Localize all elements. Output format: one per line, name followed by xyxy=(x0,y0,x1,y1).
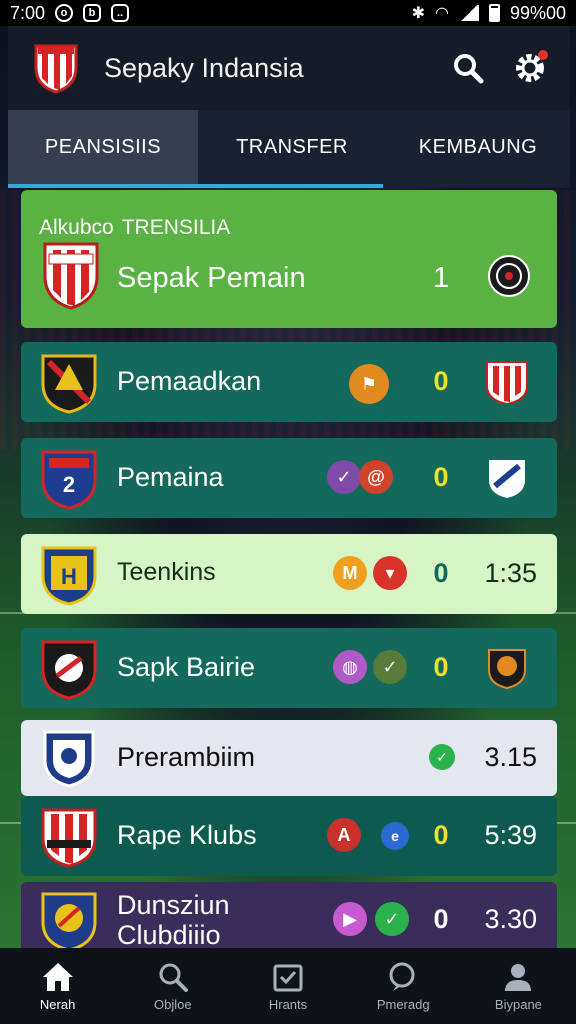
battery-icon xyxy=(488,4,500,22)
row-score: 0 xyxy=(433,904,449,934)
row-name: Teenkins xyxy=(117,558,216,586)
row-score: 0 xyxy=(433,366,449,396)
team-mini-icon: A xyxy=(327,818,361,852)
search-icon xyxy=(454,54,484,84)
tab-bar: PEANSISIIS TRANSFER KEMBAUNG xyxy=(8,110,570,188)
row-name: Pemaadkan xyxy=(117,366,262,396)
team-mini-icon: ▶ xyxy=(333,902,367,936)
row-time: 5:39 xyxy=(484,820,537,850)
search-button[interactable] xyxy=(448,48,488,88)
club-shield-logo-icon[interactable] xyxy=(34,42,78,94)
team-mini-icon: M xyxy=(333,556,367,590)
list-item[interactable]: Prerambiim ✓ 3.15 xyxy=(21,720,557,796)
tab-kembaung[interactable]: KEMBAUNG xyxy=(386,110,570,184)
opponent-badge-icon xyxy=(486,361,528,404)
row-time: 3.15 xyxy=(484,742,537,772)
tab-peansisiis[interactable]: PEANSISIIS xyxy=(8,110,198,184)
chat-search-icon xyxy=(389,962,415,991)
status-time: 7:00 xyxy=(10,2,46,23)
bottom-navigation: Nerah Objloe Hrants Pmeradg Biypane xyxy=(0,948,576,1024)
team-mini-icon: ◍ xyxy=(333,650,367,684)
signal-icon xyxy=(458,5,479,21)
list-item[interactable]: Sapk Bairie ◍ ✓ 0 xyxy=(21,628,557,708)
nav-label: Hrants xyxy=(268,996,308,1012)
team-mini-icon: e xyxy=(381,822,409,850)
row-name-line2: Clubdiiio xyxy=(117,920,221,950)
row-score: 0 xyxy=(433,820,449,850)
club-badge-icon xyxy=(41,640,97,700)
svg-text:2: 2 xyxy=(63,472,75,497)
message-icon: .. xyxy=(111,4,130,22)
opponent-badge-icon xyxy=(488,255,530,297)
club-badge-icon xyxy=(41,892,97,952)
nav-item-objloe[interactable]: Objloe xyxy=(115,948,230,1024)
list-item[interactable]: Pemaadkan ⚑ 0 xyxy=(21,342,557,422)
wifi-icon: ◠ xyxy=(434,5,449,22)
team-mini-icon: ▾ xyxy=(373,556,407,590)
club-badge-icon: 2 xyxy=(41,450,97,510)
row-name: Prerambiim xyxy=(117,742,256,772)
list-item[interactable]: Rape Klubs A e 0 5:39 xyxy=(21,796,557,876)
app-title: Sepaky Indansia xyxy=(104,52,304,83)
row-name: Dunsziun Clubdiiio xyxy=(117,890,230,950)
app-header: Sepaky Indansia xyxy=(8,26,570,110)
home-icon xyxy=(42,962,73,991)
list-item[interactable]: Dunsziun Clubdiiio ▶ ✓ 0 3.30 xyxy=(21,882,557,958)
nav-item-pmeradg[interactable]: Pmeradg xyxy=(346,948,461,1024)
nav-label: Biypane xyxy=(494,996,542,1012)
opponent-badge-icon xyxy=(488,649,526,690)
club-badge-icon xyxy=(41,354,97,414)
search-icon xyxy=(159,963,188,992)
tab-active-indicator xyxy=(8,184,383,188)
club-badge-icon xyxy=(43,242,99,310)
settings-button[interactable] xyxy=(510,48,550,88)
row-name-line1: Dunsziun xyxy=(117,890,230,920)
team-mini-icon: ⚑ xyxy=(349,364,389,404)
club-badge-icon xyxy=(41,808,97,868)
bluetooth-icon: ✱ xyxy=(411,5,425,22)
nav-item-hrants[interactable]: Hrants xyxy=(230,948,345,1024)
club-badge-icon xyxy=(43,730,95,788)
featured-rank: 1 xyxy=(433,262,450,294)
battery-level: 99%00 xyxy=(509,2,566,23)
featured-label-a: Alkubco xyxy=(39,216,114,239)
check-icon: ✓ xyxy=(375,902,409,936)
row-name: Rape Klubs xyxy=(117,820,257,850)
club-badge-icon: H xyxy=(41,546,97,606)
status-bar: 7:00 o b .. ✱ ◠ 99%00 xyxy=(0,0,576,26)
row-score: 0 xyxy=(433,462,449,492)
row-name: Pemaina xyxy=(117,462,224,492)
nav-item-biypane[interactable]: Biypane xyxy=(461,948,576,1024)
app-notification-icon: b xyxy=(83,4,102,22)
notification-dot xyxy=(538,50,548,60)
row-time: 1:35 xyxy=(484,558,537,588)
list-item[interactable]: 2 Pemaina ✓ @ 0 xyxy=(21,438,557,518)
nav-item-nerah[interactable]: Nerah xyxy=(0,948,115,1024)
row-name: Sapk Bairie xyxy=(117,652,256,682)
featured-name: Sepak Pemain xyxy=(117,262,306,294)
svg-text:H: H xyxy=(61,564,77,589)
nav-label: Objloe xyxy=(154,996,192,1012)
opponent-badge-icon xyxy=(489,460,525,498)
featured-card[interactable]: Alkubco TRENSILIA Sepak Pemain 1 xyxy=(21,190,557,328)
nav-label: Nerah xyxy=(39,996,76,1012)
row-score: 0 xyxy=(433,558,449,588)
check-icon: ✓ xyxy=(373,650,407,684)
row-time: 3.30 xyxy=(484,904,537,934)
check-icon: ✓ xyxy=(429,744,455,770)
team-mini-icon: ✓ xyxy=(327,460,361,494)
nav-label: Pmeradg xyxy=(376,996,430,1012)
row-score: 0 xyxy=(433,652,449,682)
profile-icon xyxy=(505,963,532,991)
notification-icon: o xyxy=(55,4,74,22)
featured-label-b: TRENSILIA xyxy=(121,216,231,239)
featured-subtitle: Alkubco TRENSILIA xyxy=(39,216,230,240)
list-item[interactable]: H Teenkins M ▾ 0 1:35 xyxy=(21,534,557,614)
team-mini-icon: @ xyxy=(359,460,393,494)
tab-transfer[interactable]: TRANSFER xyxy=(198,110,386,184)
checklist-icon xyxy=(273,964,303,991)
